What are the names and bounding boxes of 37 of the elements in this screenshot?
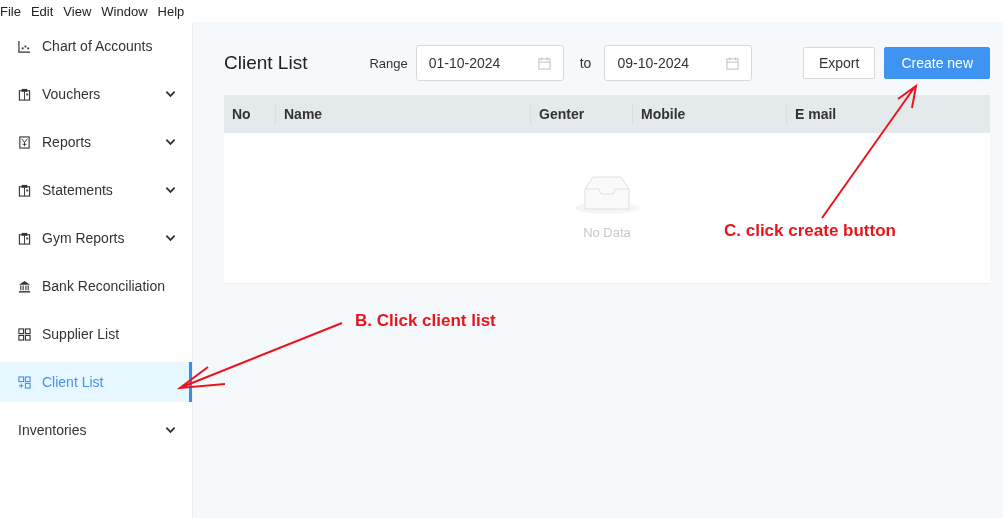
export-button[interactable]: Export	[802, 47, 876, 79]
clipboard-icon	[18, 231, 31, 245]
chart-icon	[18, 39, 31, 53]
menu-item[interactable]: Help	[157, 3, 191, 19]
sidebar-item[interactable]: Supplier List	[0, 310, 192, 358]
menu-item[interactable]: Window	[101, 3, 154, 19]
bank-icon	[18, 279, 31, 293]
clipboard-icon	[18, 87, 31, 101]
document-icon	[18, 135, 31, 149]
column-header: Mobile	[632, 103, 786, 125]
calendar-icon	[537, 56, 551, 70]
column-header: E mail	[786, 103, 990, 125]
empty-inbox-icon	[575, 173, 639, 215]
date-field[interactable]: 09-10-2024	[604, 45, 753, 81]
calendar-icon	[726, 56, 740, 70]
to-label: to	[579, 55, 592, 71]
menu-item[interactable]: Edit	[30, 3, 60, 19]
sidebar-item[interactable]: Inventories	[0, 406, 192, 454]
date-field[interactable]: 01-10-2024	[415, 45, 564, 81]
column-header: Name	[275, 103, 530, 125]
annotation-text: B. Click client list	[355, 311, 496, 331]
sidebar-item[interactable]: Gym Reports	[0, 214, 192, 262]
grid-icon	[18, 327, 31, 341]
column-header: Genter	[530, 103, 632, 125]
sidebar-item[interactable]: Statements	[0, 166, 192, 214]
menu-item[interactable]: View	[63, 3, 98, 19]
sidebar-item[interactable]: Vouchers	[0, 70, 192, 118]
grid-plus-icon	[18, 375, 31, 389]
column-header: No	[231, 105, 252, 124]
clipboard-icon	[18, 183, 31, 197]
page-title: Client List	[224, 52, 308, 74]
sidebar-item[interactable]: Bank Reconciliation	[0, 262, 192, 310]
sidebar-item[interactable]: Reports	[0, 118, 192, 166]
range-label: Range	[369, 55, 408, 71]
annotation-text: C. click create button	[724, 221, 896, 241]
sidebar-item[interactable]: Chart of Accounts	[0, 22, 192, 70]
menu-item[interactable]: File	[0, 3, 27, 19]
